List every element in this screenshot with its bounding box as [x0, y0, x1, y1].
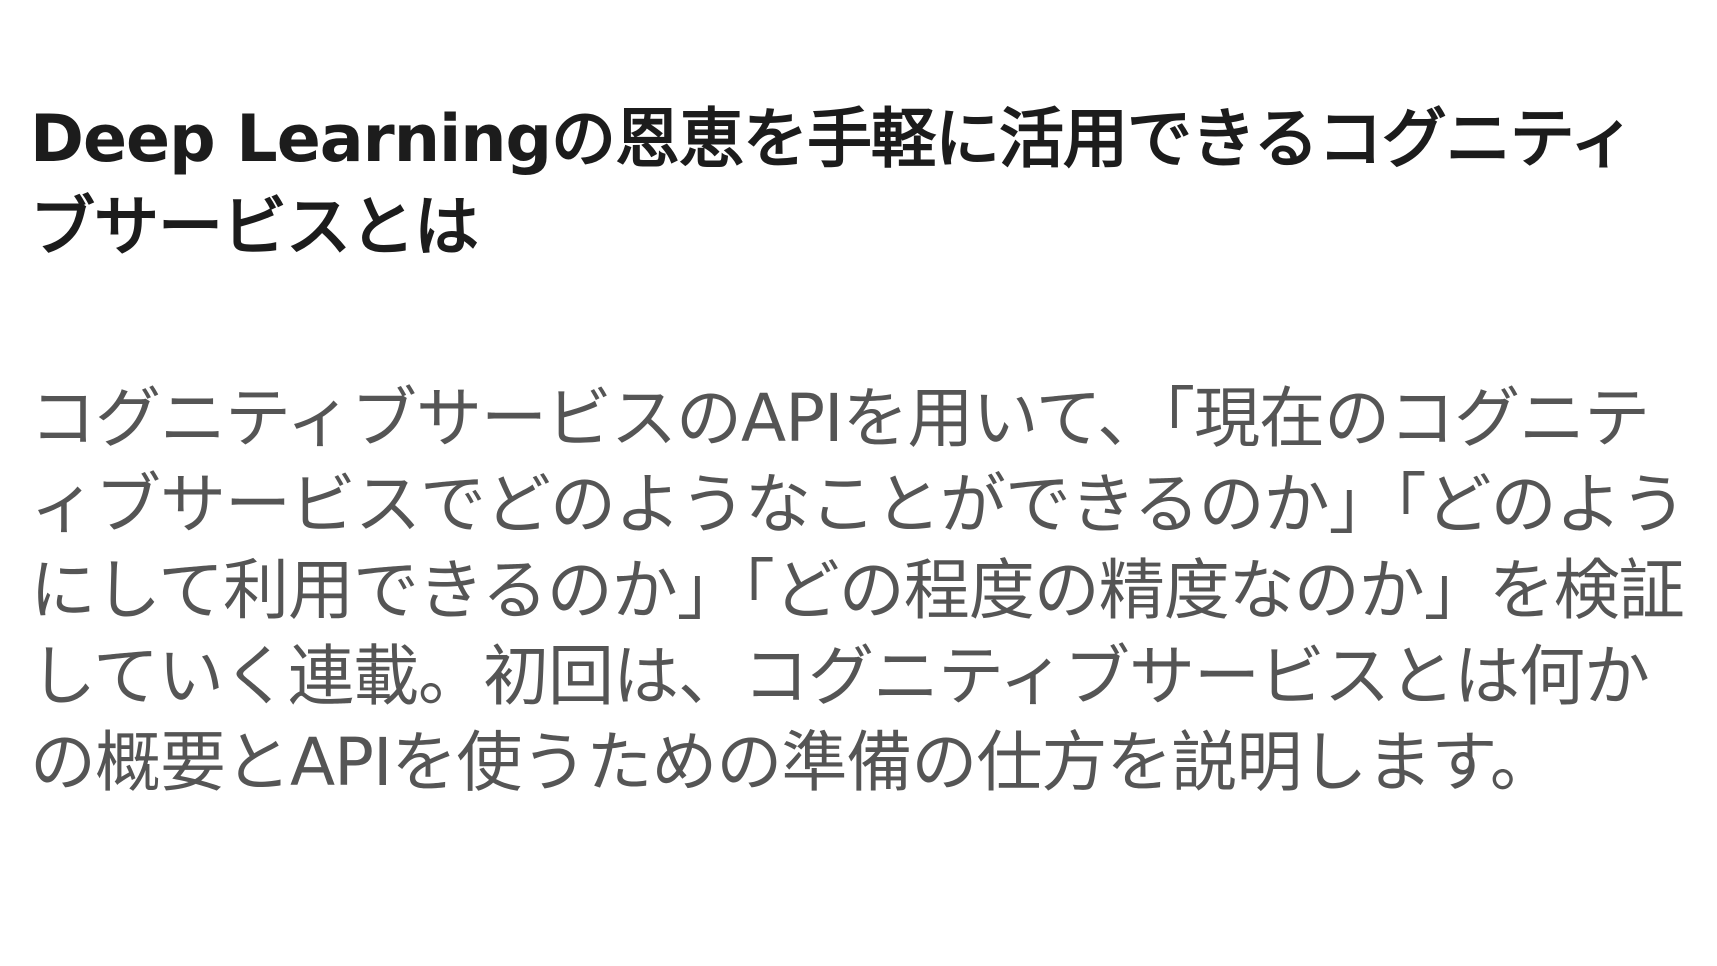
- article-title: Deep Learningの恩恵を手軽に活用できるコグニティブサービスとは: [30, 102, 1635, 265]
- article: Deep Learningの恩恵を手軽に活用できるコグニティブサービスとは コグ…: [30, 96, 1690, 806]
- article-summary: コグニティブサービスのAPIを用いて、「現在のコグニティブサービスでどのようなこ…: [30, 380, 1687, 801]
